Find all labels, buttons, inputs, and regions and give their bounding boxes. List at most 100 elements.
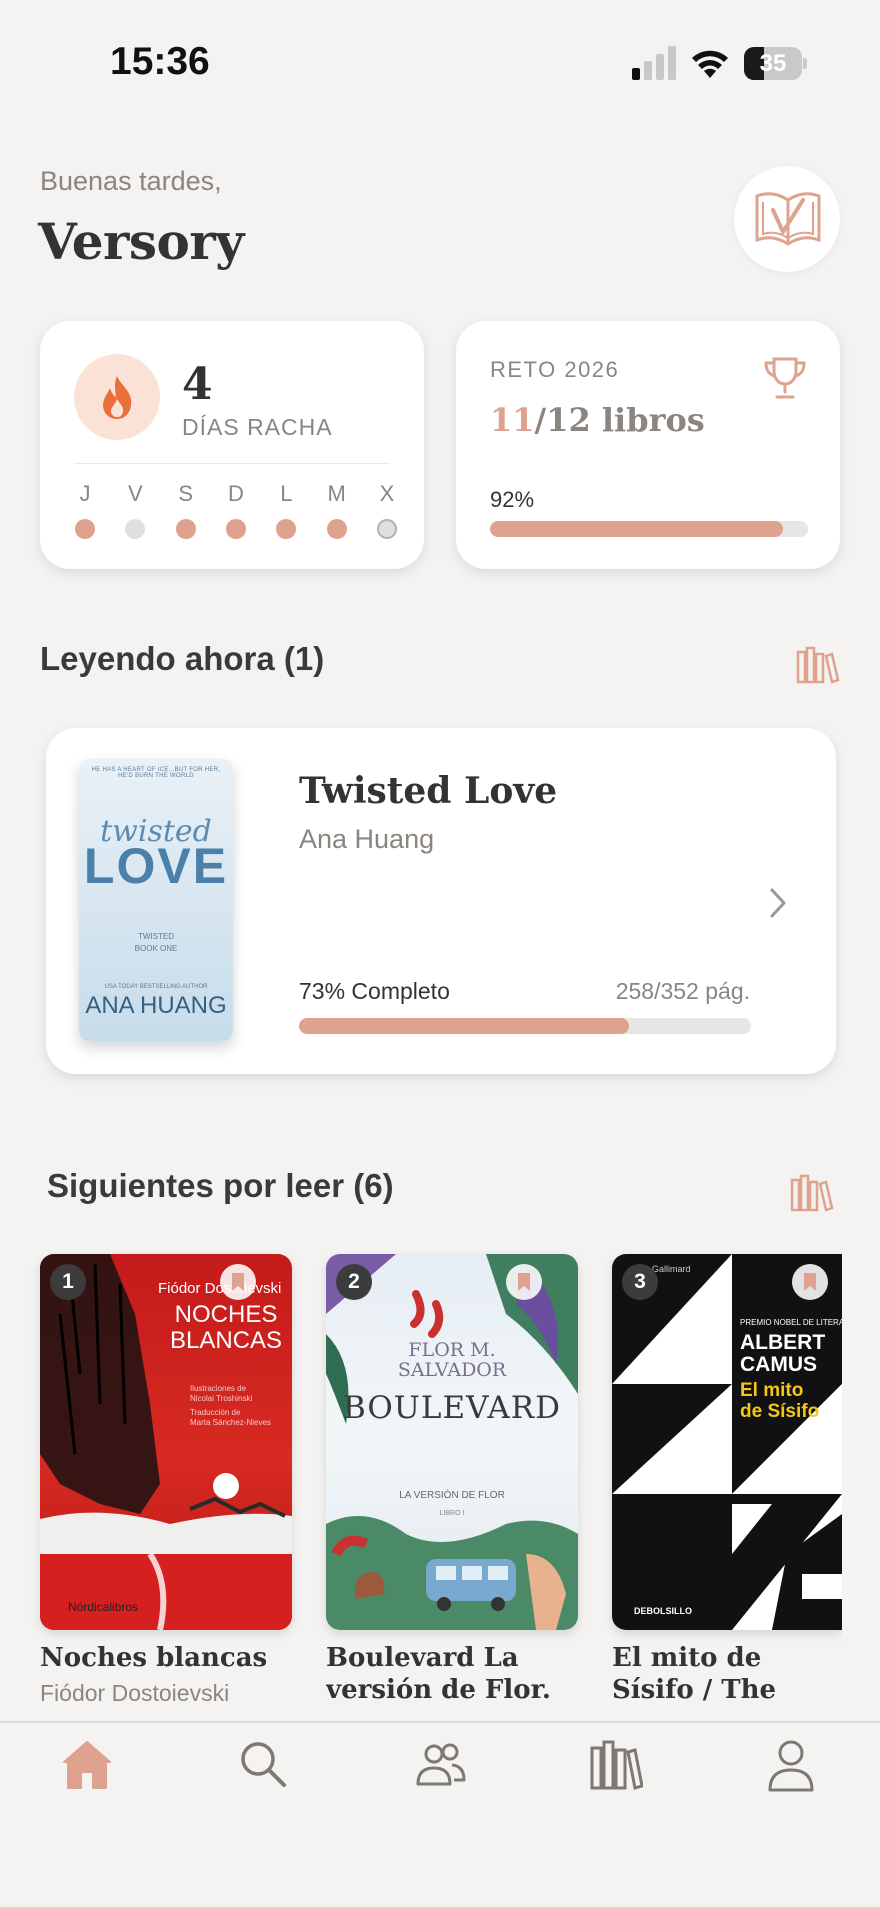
- cover-title-1: NOCHES: [174, 1301, 278, 1328]
- current-book-progress-label: 73% Completo: [299, 978, 450, 1004]
- current-book-title: Twisted Love: [299, 770, 558, 812]
- day-dot: [75, 519, 95, 539]
- streak-day: J: [60, 481, 110, 539]
- day-letter: S: [178, 481, 193, 506]
- challenge-title: RETO 2026: [490, 357, 620, 382]
- streak-card[interactable]: 4 DÍAS RACHA J V S D L M X: [40, 321, 424, 569]
- cover-author: ANA HUANG: [85, 992, 227, 1019]
- streak-day: S: [161, 481, 211, 539]
- bookmark-button[interactable]: [220, 1264, 256, 1300]
- book-title[interactable]: El mito de Sísifo / The Myth of Sisy...: [612, 1642, 842, 1708]
- challenge-current: 11: [490, 401, 535, 439]
- cover-subtitle: LA VERSIÓN DE FLOR: [399, 1490, 505, 1501]
- day-dot: [276, 519, 297, 539]
- day-letter: X: [379, 481, 395, 506]
- bookmark-icon: [804, 1273, 816, 1291]
- book-cover: HE HAS A HEART OF ICE...BUT FOR HER, HE'…: [79, 759, 233, 1041]
- cover-publisher: Nórdicalibros: [68, 1600, 139, 1614]
- user-icon[interactable]: [766, 1738, 816, 1792]
- cover-title: LOVE: [83, 838, 229, 894]
- flame-icon: [103, 376, 132, 419]
- book-cover[interactable]: FLOR M. SALVADOR BOULEVARD LA VERSIÓN DE …: [326, 1254, 578, 1630]
- cover-book-number: LIBRO I: [439, 1510, 465, 1517]
- day-letter: M: [327, 481, 346, 506]
- cover-title: El mito de Sísifo: [740, 1380, 819, 1422]
- current-book-card[interactable]: HE HAS A HEART OF ICE...BUT FOR HER, HE'…: [46, 728, 836, 1074]
- streak-day: V: [110, 481, 160, 539]
- cover-author-1: ALBERT: [740, 1331, 826, 1354]
- reading-now-title: Leyendo ahora (1): [40, 640, 325, 677]
- next-up-title: Siguientes por leer (6): [47, 1167, 394, 1204]
- bookshelf-icon[interactable]: [796, 644, 840, 684]
- current-book-author: Ana Huang: [299, 824, 435, 854]
- flame-badge: [74, 354, 160, 440]
- streak-day: M: [312, 481, 362, 539]
- cover-title: NOCHES BLANCAS: [168, 1302, 284, 1354]
- cover-title-2: BLANCAS: [169, 1327, 283, 1354]
- book-cover[interactable]: Fiódor Dostoievski NOCHES BLANCAS Ilustra…: [40, 1254, 292, 1630]
- book-cover[interactable]: Gallimard PREMIO NOBEL DE LITERATURA ALB…: [612, 1254, 842, 1630]
- bookshelf-icon[interactable]: [790, 1172, 834, 1212]
- streak-day: D: [211, 481, 261, 539]
- app-logo-button[interactable]: [734, 166, 840, 272]
- day-dot: [125, 519, 146, 539]
- cover-series-name: TWISTED: [138, 932, 174, 941]
- challenge-progress-fill: [490, 521, 783, 537]
- current-book-pages: 258/352 pág.: [615, 978, 750, 1004]
- bookmark-icon: [518, 1273, 530, 1291]
- divider: [74, 463, 390, 464]
- rank-badge: 3: [622, 1264, 658, 1300]
- streak-day: X: [362, 481, 412, 539]
- status-time: 15:36: [110, 40, 210, 83]
- challenge-count: 11/12 libros: [490, 401, 705, 439]
- rank-badge: 2: [336, 1264, 372, 1300]
- bookmark-icon: [232, 1273, 244, 1291]
- bookmark-button[interactable]: [506, 1264, 542, 1300]
- cover-notes: Ilustraciones de Nicolai Troshinski Traduc…: [190, 1384, 271, 1428]
- next-books-carousel[interactable]: Fiódor Dostoievski NOCHES BLANCAS Ilustra…: [0, 1250, 842, 1720]
- bookshelf-icon[interactable]: [589, 1738, 643, 1792]
- book-title[interactable]: Noches blancas: [40, 1642, 300, 1674]
- wifi-icon: [692, 50, 728, 78]
- cover-author: ALBERT CAMUS: [740, 1332, 825, 1376]
- day-dot: [225, 519, 246, 539]
- current-book-progress-bar: [299, 1018, 751, 1034]
- book-author: Fiódor Dostoievski: [40, 1680, 230, 1706]
- cover-note: Marta Sánchez-Nieves: [190, 1418, 271, 1427]
- current-book-progress-fill: [299, 1018, 629, 1034]
- book-title[interactable]: Boulevard La versión de Flor. L...: [326, 1642, 586, 1708]
- cover-author-2: SALVADOR: [397, 1359, 507, 1381]
- chevron-right-icon[interactable]: [768, 886, 788, 920]
- search-icon[interactable]: [237, 1738, 289, 1790]
- cover-publisher-top: Gallimard: [652, 1264, 691, 1274]
- battery-level: 35: [759, 50, 787, 77]
- challenge-total: /12 libros: [534, 401, 705, 439]
- reading-challenge-card[interactable]: RETO 2026 11/12 libros 92%: [456, 321, 840, 569]
- app-title: Versory: [38, 212, 244, 271]
- home-icon[interactable]: [60, 1738, 114, 1790]
- streak-day: L: [261, 481, 311, 539]
- bookmark-button[interactable]: [792, 1264, 828, 1300]
- challenge-percent: 92%: [490, 487, 535, 512]
- cellular-signal-icon: [632, 46, 676, 80]
- day-dot: [175, 519, 196, 539]
- day-letter: J: [79, 481, 91, 506]
- greeting-text: Buenas tardes,: [40, 166, 222, 196]
- trophy-icon: [764, 357, 806, 399]
- cover-title: BOULEVARD: [343, 1390, 561, 1426]
- cover-author-2: CAMUS: [740, 1353, 817, 1376]
- people-icon[interactable]: [412, 1740, 468, 1790]
- cover-prize: PREMIO NOBEL DE LITERATURA: [740, 1318, 842, 1327]
- cover-note: Ilustraciones de: [190, 1384, 247, 1393]
- day-dot: [326, 519, 347, 539]
- cover-note: Nicolai Troshinski: [190, 1394, 253, 1403]
- cover-title-1: El mito: [740, 1380, 804, 1401]
- day-letter: L: [280, 481, 293, 506]
- challenge-progress-bar: [490, 521, 808, 537]
- cover-title-2: de Sísifo: [740, 1401, 820, 1422]
- open-book-check-icon: [755, 192, 821, 246]
- cover-publisher: DEBOLSILLO: [634, 1606, 692, 1616]
- cover-bestseller: USA TODAY BESTSELLING AUTHOR: [104, 984, 208, 990]
- rank-badge: 1: [50, 1264, 86, 1300]
- day-letter: D: [228, 481, 244, 506]
